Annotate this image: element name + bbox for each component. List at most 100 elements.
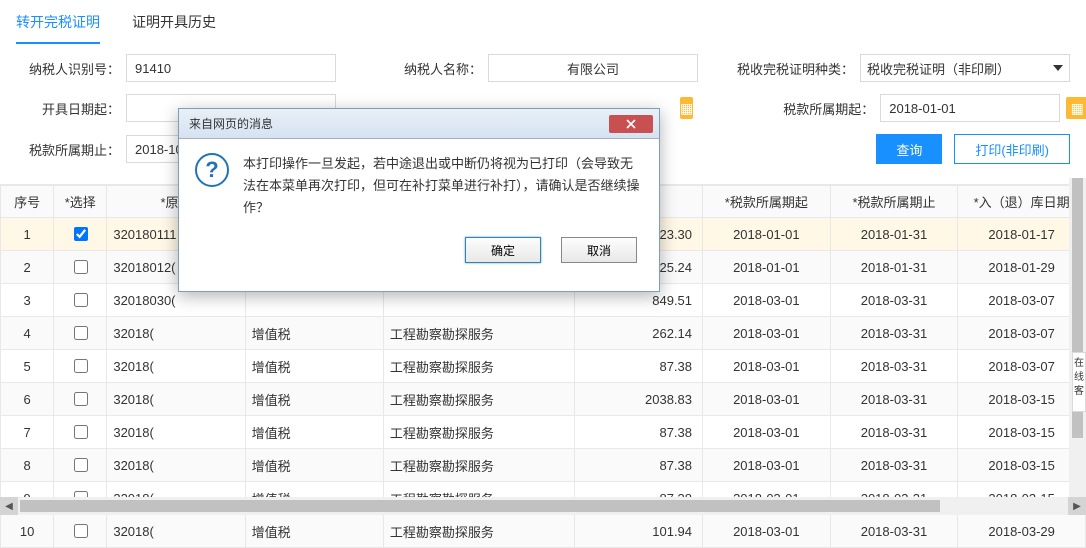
select-cert-kind-value: 税收完税证明（非印刷）	[867, 59, 1010, 78]
confirm-dialog: 来自网页的消息 ? 本打印操作一旦发起，若中途退出或中断仍将视为已打印（会导致无…	[178, 108, 660, 292]
cell-storage-date: 2018-03-07	[958, 317, 1086, 350]
cell-storage-date: 2018-03-29	[958, 515, 1086, 548]
cell-period-end: 2018-01-31	[830, 218, 958, 251]
cell-item: 工程勘察勘探服务	[383, 449, 574, 482]
table-row[interactable]: 532018(增值税工程勘察勘探服务87.382018-03-012018-03…	[1, 350, 1086, 383]
cell-seq: 6	[1, 383, 54, 416]
dialog-message: 本打印操作一旦发起，若中途退出或中断仍将视为已打印（会导致无法在本菜单再次打印，…	[243, 153, 643, 219]
table-row[interactable]: 432018(增值税工程勘察勘探服务262.142018-03-012018-0…	[1, 317, 1086, 350]
tab-issue[interactable]: 转开完税证明	[16, 8, 100, 44]
cell-select	[54, 218, 107, 251]
cell-storage-date: 2018-03-07	[958, 284, 1086, 317]
cell-period-end: 2018-03-31	[830, 416, 958, 449]
cell-amount: 101.94	[575, 515, 703, 548]
cell-amount: 2038.83	[575, 383, 703, 416]
input-taxpayer-id[interactable]	[126, 54, 336, 82]
question-icon: ?	[195, 153, 229, 187]
label-taxpayer-id: 纳税人识别号：	[16, 59, 126, 78]
table-row[interactable]: 732018(增值税工程勘察勘探服务87.382018-03-012018-03…	[1, 416, 1086, 449]
cell-voucher: 32018(	[107, 317, 245, 350]
cell-amount: 87.38	[575, 350, 703, 383]
cell-period-end: 2018-01-31	[830, 251, 958, 284]
row-checkbox[interactable]	[74, 392, 88, 406]
scroll-thumb[interactable]	[20, 500, 940, 512]
cell-select	[54, 284, 107, 317]
cell-period-end: 2018-03-31	[830, 383, 958, 416]
horizontal-scrollbar[interactable]: ◀ ▶	[0, 497, 1086, 515]
calendar-icon[interactable]	[1066, 97, 1086, 119]
cell-period-start: 2018-03-01	[703, 449, 831, 482]
chevron-down-icon	[1053, 65, 1063, 71]
table-row[interactable]: 1032018(增值税工程勘察勘探服务101.942018-03-012018-…	[1, 515, 1086, 548]
table-row[interactable]: 632018(增值税工程勘察勘探服务2038.832018-03-012018-…	[1, 383, 1086, 416]
col-seq: 序号	[1, 186, 54, 218]
label-period-start: 税款所属期起：	[750, 99, 880, 118]
query-button[interactable]: 查询	[876, 134, 942, 164]
row-checkbox[interactable]	[74, 227, 88, 241]
cell-seq: 4	[1, 317, 54, 350]
cell-voucher: 32018(	[107, 350, 245, 383]
cell-tax: 增值税	[245, 416, 383, 449]
cell-storage-date: 2018-01-17	[958, 218, 1086, 251]
cell-voucher: 32018(	[107, 416, 245, 449]
cell-seq: 2	[1, 251, 54, 284]
row-checkbox[interactable]	[74, 425, 88, 439]
row-checkbox[interactable]	[74, 326, 88, 340]
cell-seq: 8	[1, 449, 54, 482]
cell-storage-date: 2018-03-07	[958, 350, 1086, 383]
side-helper[interactable]: 在线客	[1072, 352, 1086, 412]
tab-history[interactable]: 证明开具历史	[132, 8, 216, 44]
tabs-bar: 转开完税证明 证明开具历史	[0, 0, 1086, 44]
row-checkbox[interactable]	[74, 359, 88, 373]
cell-voucher: 32018(	[107, 515, 245, 548]
dialog-title-text: 来自网页的消息	[189, 115, 273, 132]
col-period-start: *税款所属期起	[703, 186, 831, 218]
table-row[interactable]: 8 32018(增值税工程勘察勘探服务87.382018-03-012018-03…	[1, 449, 1086, 482]
input-period-start[interactable]	[880, 94, 1060, 122]
cell-voucher: 32018(	[107, 383, 245, 416]
dialog-titlebar[interactable]: 来自网页的消息	[179, 109, 659, 139]
scroll-right-icon[interactable]: ▶	[1068, 497, 1086, 515]
cell-tax: 增值税	[245, 449, 383, 482]
row-checkbox[interactable]	[74, 524, 88, 538]
select-cert-kind[interactable]: 税收完税证明（非印刷）	[860, 54, 1070, 82]
cell-period-start: 2018-03-01	[703, 515, 831, 548]
col-storage-date: *入（退）库日期	[958, 186, 1086, 218]
cell-tax: 增值税	[245, 383, 383, 416]
cell-item: 工程勘察勘探服务	[383, 515, 574, 548]
cell-select	[54, 251, 107, 284]
cell-seq: 1	[1, 218, 54, 251]
cell-period-start: 2018-01-01	[703, 251, 831, 284]
vertical-scrollbar[interactable]	[1069, 178, 1086, 497]
cell-period-end: 2018-03-31	[830, 350, 958, 383]
print-button[interactable]: 打印(非印刷)	[954, 134, 1070, 164]
cell-period-end: 2018-03-31	[830, 449, 958, 482]
scroll-left-icon[interactable]: ◀	[0, 497, 18, 515]
cell-seq: 10	[1, 515, 54, 548]
cell-period-start: 2018-03-01	[703, 383, 831, 416]
cell-tax: 增值税	[245, 350, 383, 383]
label-taxpayer-name: 纳税人名称：	[378, 59, 488, 78]
calendar-icon[interactable]	[680, 97, 693, 119]
cell-seq: 3	[1, 284, 54, 317]
cell-amount: 87.38	[575, 416, 703, 449]
label-cert-kind: 税收完税证明种类：	[730, 59, 860, 78]
cell-item: 工程勘察勘探服务	[383, 350, 574, 383]
input-taxpayer-name[interactable]	[488, 54, 698, 82]
cell-storage-date: 2018-03-15	[958, 416, 1086, 449]
cancel-button[interactable]: 取消	[561, 237, 637, 263]
col-select: *选择	[54, 186, 107, 218]
cell-item: 工程勘察勘探服务	[383, 317, 574, 350]
row-checkbox[interactable]	[74, 458, 88, 472]
label-period-end: 税款所属期止：	[16, 140, 126, 159]
cell-period-start: 2018-03-01	[703, 350, 831, 383]
cell-amount: 87.38	[575, 449, 703, 482]
ok-button[interactable]: 确定	[465, 237, 541, 263]
close-icon[interactable]	[609, 115, 653, 133]
cell-tax: 增值税	[245, 317, 383, 350]
row-checkbox[interactable]	[74, 260, 88, 274]
row-checkbox[interactable]	[74, 293, 88, 307]
cell-voucher: 32018(	[107, 449, 245, 482]
cell-period-start: 2018-03-01	[703, 416, 831, 449]
cell-item: 工程勘察勘探服务	[383, 416, 574, 449]
